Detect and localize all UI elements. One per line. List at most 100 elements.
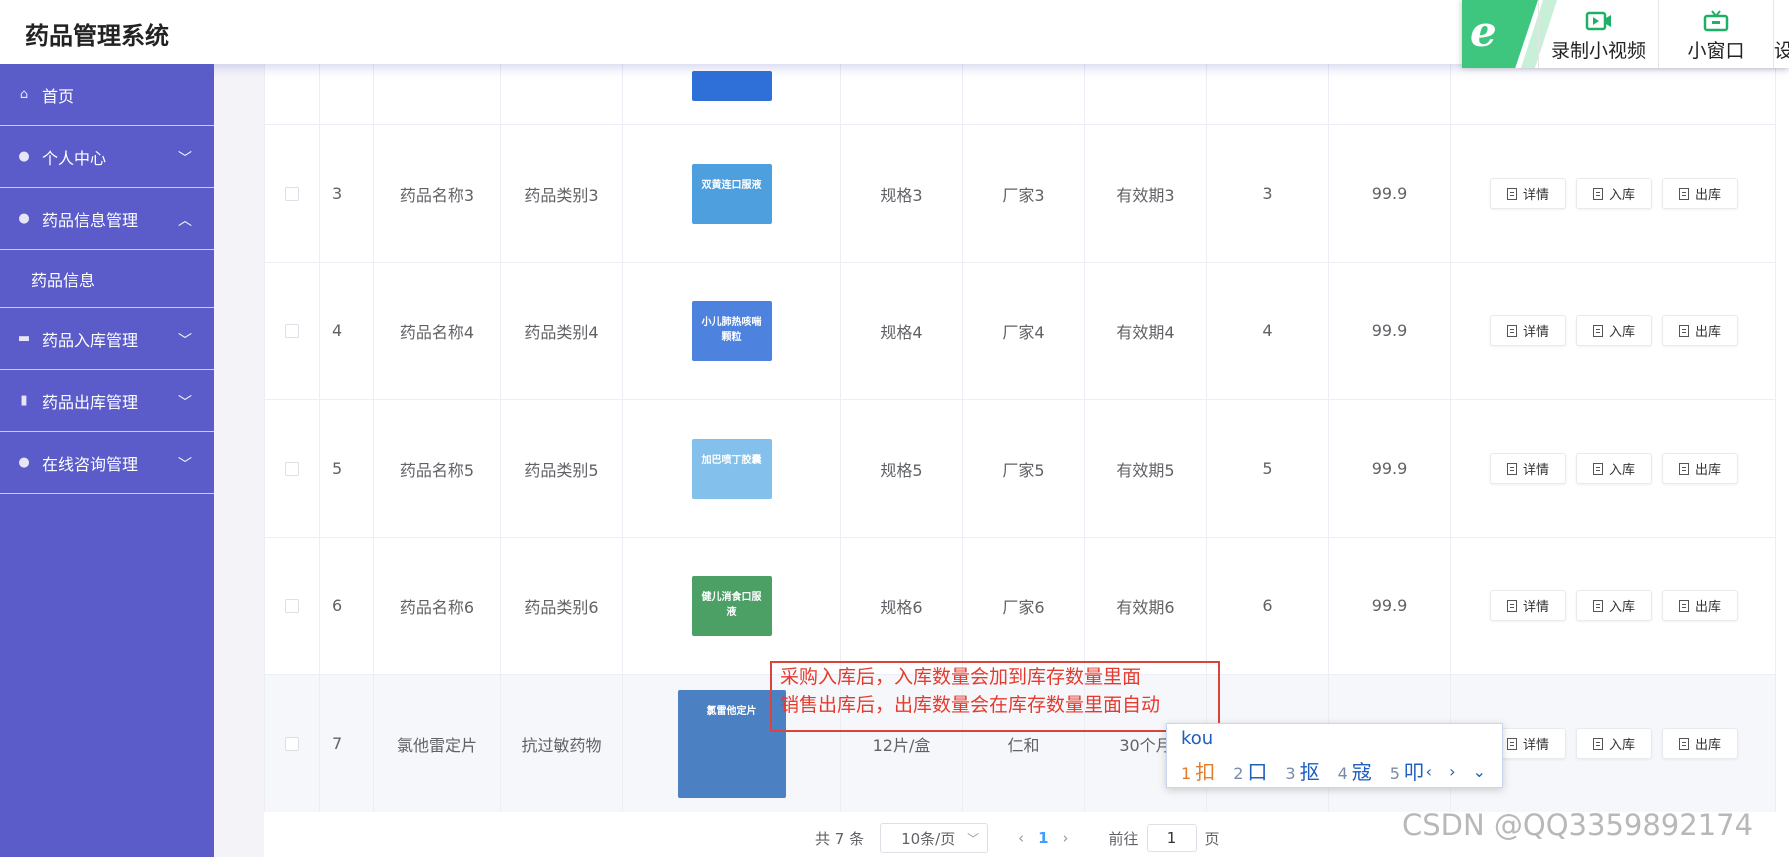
cell-category: 药品类别3 bbox=[524, 185, 599, 205]
stock-out-button[interactable]: 出库 bbox=[1662, 590, 1738, 621]
chevron-down-icon: ﹀ bbox=[967, 832, 980, 846]
chat-icon: ▬ bbox=[17, 331, 31, 346]
video-camera-icon bbox=[1585, 11, 1611, 31]
row-index: 6 bbox=[332, 596, 343, 615]
cell-maker: 厂家5 bbox=[1002, 460, 1045, 480]
page-suffix: 页 bbox=[1204, 829, 1220, 848]
document-icon bbox=[1506, 737, 1517, 750]
stock-in-button[interactable]: 入库 bbox=[1576, 453, 1652, 484]
chevron-down-icon: ﹀ bbox=[178, 151, 192, 167]
record-video-label: 录制小视频 bbox=[1550, 40, 1646, 62]
detail-button[interactable]: 详情 bbox=[1490, 178, 1566, 209]
table-row: 4 药品名称4 药品类别4 小儿肺热咳喘颗粒 规格4 厂家4 有效期4 4 99.9 详情 入库 出库 bbox=[264, 262, 1776, 400]
cell-maker: 仁和 bbox=[1007, 735, 1040, 755]
sidebar-item-stock-out-mgmt[interactable]: ▮ 药品出库管理 ﹀ bbox=[0, 370, 214, 432]
cell-name: 药品名称4 bbox=[399, 322, 475, 342]
chevron-down-icon: ﹀ bbox=[178, 395, 192, 411]
document-icon bbox=[1678, 187, 1689, 200]
current-page[interactable]: 1 bbox=[1038, 829, 1048, 847]
cell-stock: 5 bbox=[1262, 459, 1273, 478]
cell-spec: 规格4 bbox=[880, 322, 923, 342]
drug-image: 双黄连口服液 bbox=[691, 163, 772, 224]
stock-in-button[interactable]: 入库 bbox=[1576, 178, 1652, 209]
sidebar-subitem-drug-info[interactable]: 药品信息 bbox=[0, 250, 214, 308]
sidebar-item-drug-info-mgmt[interactable]: ● 药品信息管理 ︿ bbox=[0, 188, 214, 250]
document-icon bbox=[1678, 737, 1689, 750]
cell-spec: 规格6 bbox=[880, 597, 923, 617]
tv-icon bbox=[1703, 10, 1729, 32]
ime-typed-text: kou bbox=[1181, 728, 1214, 749]
row-checkbox[interactable] bbox=[285, 736, 299, 751]
cell-category: 抗过敏药物 bbox=[521, 735, 602, 755]
stock-out-button[interactable]: 出库 bbox=[1662, 728, 1738, 759]
ime-candidate[interactable]: 5叩 bbox=[1390, 756, 1424, 785]
detail-button[interactable]: 详情 bbox=[1490, 590, 1566, 621]
document-icon bbox=[1678, 599, 1689, 612]
cell-stock: 4 bbox=[1262, 321, 1273, 340]
document-icon bbox=[1592, 187, 1603, 200]
ime-candidate[interactable]: 3抠 bbox=[1285, 756, 1319, 785]
document-icon bbox=[1678, 324, 1689, 337]
cell-expiry: 有效期5 bbox=[1116, 460, 1175, 480]
mini-window-label: 小窗口 bbox=[1687, 40, 1745, 62]
row-checkbox[interactable] bbox=[285, 598, 299, 613]
cell-spec: 12片/盒 bbox=[872, 735, 931, 755]
prev-page-button[interactable]: ‹ bbox=[1018, 829, 1024, 847]
app-title: 药品管理系统 bbox=[25, 22, 169, 50]
document-icon bbox=[1678, 462, 1689, 475]
user-icon: ● bbox=[18, 211, 30, 226]
page-size-select[interactable]: 10条/页 ﹀ bbox=[880, 823, 989, 853]
stock-out-button[interactable]: 出库 bbox=[1662, 315, 1738, 346]
record-video-button[interactable]: 录制小视频 bbox=[1538, 0, 1658, 68]
cell-expiry: 30个月 bbox=[1119, 735, 1172, 755]
mini-window-button[interactable]: 小窗口 bbox=[1658, 0, 1773, 68]
ime-candidate-popup[interactable]: kou 1扣 2口 3抠 4寇 5叩 ‹ › ⌄ bbox=[1166, 723, 1503, 788]
ime-candidate[interactable]: 1扣 bbox=[1181, 756, 1215, 785]
ime-nav[interactable]: ‹ › ⌄ bbox=[1426, 762, 1492, 781]
stock-out-button[interactable]: 出库 bbox=[1662, 453, 1738, 484]
ime-candidate[interactable]: 2口 bbox=[1233, 756, 1267, 785]
document-icon bbox=[1592, 737, 1603, 750]
cell-name: 药品名称6 bbox=[399, 597, 475, 617]
sidebar-item-home[interactable]: ⌂ 首页 bbox=[0, 64, 214, 126]
cell-spec: 规格5 bbox=[880, 460, 923, 480]
stock-out-button[interactable]: 出库 bbox=[1662, 178, 1738, 209]
goto-label: 前往 bbox=[1108, 829, 1139, 848]
table-row: 6 药品名称6 药品类别6 健儿消食口服液 规格6 厂家6 有效期6 6 99.9 详情 入库 出库 bbox=[264, 537, 1776, 675]
detail-button[interactable]: 详情 bbox=[1490, 453, 1566, 484]
stock-in-button[interactable]: 入库 bbox=[1576, 590, 1652, 621]
cell-expiry: 有效期6 bbox=[1116, 597, 1175, 617]
cell-maker: 厂家6 bbox=[1002, 597, 1045, 617]
row-checkbox[interactable] bbox=[285, 186, 299, 201]
sidebar-item-stock-in-mgmt[interactable]: ▬ 药品入库管理 ﹀ bbox=[0, 308, 214, 370]
cell-maker: 厂家3 bbox=[1002, 185, 1045, 205]
bar-chart-icon: ▮ bbox=[20, 393, 28, 408]
annotation-line-2: 销售出库后，出库数量会在库存数量里面自动 bbox=[780, 694, 1161, 716]
row-checkbox[interactable] bbox=[285, 461, 299, 476]
stock-in-button[interactable]: 入库 bbox=[1576, 728, 1652, 759]
next-page-button[interactable]: › bbox=[1063, 829, 1069, 847]
cell-category: 药品类别6 bbox=[524, 597, 599, 617]
stock-in-button[interactable]: 入库 bbox=[1576, 315, 1652, 346]
cell-stock: 6 bbox=[1262, 596, 1273, 615]
document-icon bbox=[1592, 599, 1603, 612]
row-checkbox[interactable] bbox=[285, 323, 299, 338]
cell-category: 药品类别5 bbox=[524, 460, 599, 480]
sidebar: ⌂ 首页 ● 个人中心 ﹀ ● 药品信息管理 ︿ 药品信息 ▬ 药品入库管理 ﹀… bbox=[0, 64, 214, 857]
table-row: 5 药品名称5 药品类别5 加巴喷丁胶囊 规格5 厂家5 有效期5 5 99.9 详情 入库 出库 bbox=[264, 400, 1776, 538]
chevron-down-icon: ﹀ bbox=[178, 457, 192, 473]
cell-name: 药品名称5 bbox=[399, 460, 475, 480]
row-index: 7 bbox=[332, 734, 343, 753]
cell-name: 药品名称3 bbox=[399, 185, 475, 205]
detail-button[interactable]: 详情 bbox=[1490, 315, 1566, 346]
goto-page-input[interactable]: 1 bbox=[1146, 824, 1197, 852]
document-icon bbox=[1592, 324, 1603, 337]
sidebar-item-consult-mgmt[interactable]: ● 在线咨询管理 ﹀ bbox=[0, 432, 214, 494]
cell-price: 99.9 bbox=[1371, 321, 1408, 340]
drug-image: 健儿消食口服液 bbox=[691, 575, 772, 636]
ime-candidate[interactable]: 4寇 bbox=[1338, 756, 1372, 785]
sidebar-item-profile[interactable]: ● 个人中心 ﹀ bbox=[0, 126, 214, 188]
row-index: 3 bbox=[332, 184, 343, 203]
settings-button[interactable]: 设 bbox=[1773, 0, 1789, 68]
document-icon bbox=[1592, 462, 1603, 475]
